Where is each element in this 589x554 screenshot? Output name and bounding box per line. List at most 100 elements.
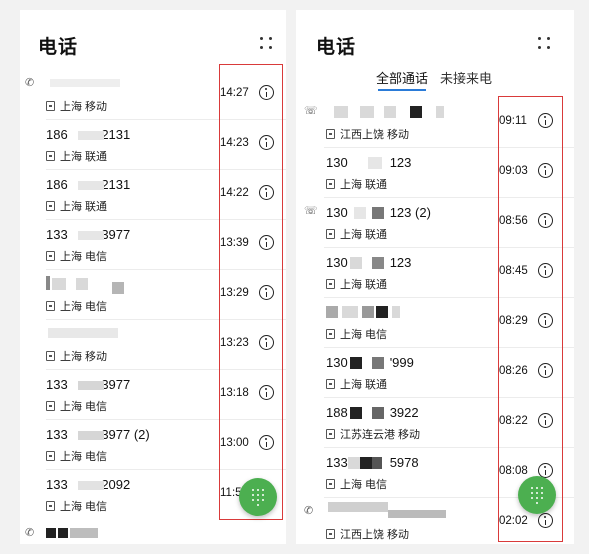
caller-location: 江西上饶 移动	[326, 526, 409, 542]
info-icon[interactable]	[259, 185, 274, 200]
redacted-mask	[78, 181, 104, 190]
call-row[interactable]: ☏ 130 123 (2) 上海 联通 08:56	[296, 198, 574, 248]
more-dots-icon[interactable]	[538, 37, 552, 51]
call-row[interactable]: 188 3922 江苏连云港 移动 08:22	[296, 398, 574, 448]
redacted-mask	[48, 328, 118, 338]
call-time: 13:23	[220, 337, 249, 349]
tab-missed-calls[interactable]: 未接来电	[440, 68, 492, 87]
redacted-mask	[328, 502, 388, 512]
caller-location: 上海 电信	[46, 398, 107, 414]
call-row[interactable]: 186 2131 上海 联通 14:22	[20, 170, 286, 220]
redacted-mask	[372, 357, 384, 369]
call-time: 13:18	[220, 387, 249, 399]
sim-card-icon	[46, 101, 55, 111]
info-icon[interactable]	[259, 335, 274, 350]
sim-card-icon	[46, 301, 55, 311]
caller-location: 上海 联通	[326, 176, 387, 192]
info-icon[interactable]	[538, 363, 553, 378]
redacted-mask	[376, 306, 388, 318]
more-dots-icon[interactable]	[260, 37, 274, 51]
sim-card-icon	[46, 351, 55, 361]
active-tab-indicator	[378, 89, 426, 91]
sim-card-icon	[46, 201, 55, 211]
call-time: 08:29	[499, 315, 528, 327]
call-time: 14:27	[220, 87, 249, 99]
outgoing-call-icon: ✆	[304, 505, 314, 517]
call-row[interactable]: 130 123 上海 联通 09:03	[296, 148, 574, 198]
page-title: 电话	[316, 37, 357, 58]
call-row[interactable]: 186 2131 上海 联通 14:23	[20, 120, 286, 170]
redacted-mask	[350, 257, 362, 269]
caller-location: 上海 电信	[46, 248, 107, 264]
redacted-mask	[388, 510, 446, 518]
call-time: 02:02	[499, 515, 528, 527]
call-row[interactable]: 上海 电信 08:29	[296, 298, 574, 348]
call-time: 14:23	[220, 137, 249, 149]
redacted-mask	[70, 528, 98, 538]
info-icon[interactable]	[538, 213, 553, 228]
call-time: 09:03	[499, 165, 528, 177]
call-row[interactable]: 133 3977 上海 电信 13:39	[20, 220, 286, 270]
info-icon[interactable]	[259, 235, 274, 250]
redacted-mask	[436, 106, 444, 118]
caller-location: 上海 电信	[326, 476, 387, 492]
sim-card-icon	[326, 129, 335, 139]
call-row[interactable]: 133 3977 上海 电信 13:18	[20, 370, 286, 420]
info-icon[interactable]	[259, 435, 274, 450]
info-icon[interactable]	[538, 413, 553, 428]
call-time: 08:56	[499, 215, 528, 227]
dialpad-button[interactable]	[518, 476, 556, 514]
info-icon[interactable]	[259, 285, 274, 300]
info-icon[interactable]	[259, 385, 274, 400]
caller-location: 上海 联通	[326, 376, 387, 392]
info-icon[interactable]	[538, 313, 553, 328]
redacted-mask	[362, 306, 374, 318]
redacted-mask	[78, 231, 104, 240]
caller-number: 130 123	[326, 255, 412, 270]
sim-card-icon	[326, 379, 335, 389]
info-icon[interactable]	[538, 113, 553, 128]
caller-location: 上海 电信	[46, 448, 107, 464]
redacted-mask	[372, 407, 384, 419]
redacted-mask	[50, 79, 120, 87]
redacted-mask	[384, 106, 396, 118]
sim-card-icon	[46, 501, 55, 511]
redacted-mask	[410, 106, 422, 118]
call-row[interactable]: 133 3977 (2) 上海 电信 13:00	[20, 420, 286, 470]
sim-card-icon	[46, 401, 55, 411]
call-row[interactable]: ✆ 上海 移动 14:27	[20, 70, 286, 120]
call-row[interactable]: 上海 电信 13:29	[20, 270, 286, 320]
caller-location: 江西上饶 移动	[326, 126, 409, 142]
redacted-mask	[350, 357, 362, 369]
info-icon[interactable]	[259, 85, 274, 100]
call-time: 13:39	[220, 237, 249, 249]
caller-location: 上海 联通	[46, 148, 107, 164]
redacted-mask	[78, 431, 104, 440]
redacted-mask	[78, 381, 104, 390]
redacted-mask	[112, 282, 124, 294]
missed-call-icon: ☏	[304, 205, 318, 217]
call-row[interactable]: 130'999 上海 联通 08:26	[296, 348, 574, 398]
tab-all-calls[interactable]: 全部通话	[376, 68, 428, 87]
call-row[interactable]: ☏ 江西上饶 移动 09:11	[296, 98, 574, 148]
info-icon[interactable]	[538, 513, 553, 528]
call-row[interactable]: 130 123 上海 联通 08:45	[296, 248, 574, 298]
redacted-mask	[372, 457, 382, 469]
sim-card-icon	[326, 279, 335, 289]
info-icon[interactable]	[538, 263, 553, 278]
sim-card-icon	[326, 229, 335, 239]
right-phone-screen: 电话 全部通话 未接来电 ☏ 江西上饶 移动 09:11 130 123 上海 联…	[296, 10, 574, 544]
redacted-mask	[52, 278, 66, 290]
info-icon[interactable]	[259, 135, 274, 150]
sim-card-icon	[326, 479, 335, 489]
sim-card-icon	[326, 429, 335, 439]
dialpad-button[interactable]	[239, 478, 277, 516]
call-row[interactable]: ✆	[20, 520, 286, 544]
left-phone-screen: 电话 ✆ 上海 移动 14:27 186 2131 上海 联通 14:23 18…	[20, 10, 286, 544]
caller-location: 上海 联通	[46, 198, 107, 214]
call-time: 08:08	[499, 465, 528, 477]
info-icon[interactable]	[538, 163, 553, 178]
caller-location: 上海 联通	[326, 276, 387, 292]
redacted-mask	[58, 528, 68, 538]
call-row[interactable]: 上海 移动 13:23	[20, 320, 286, 370]
